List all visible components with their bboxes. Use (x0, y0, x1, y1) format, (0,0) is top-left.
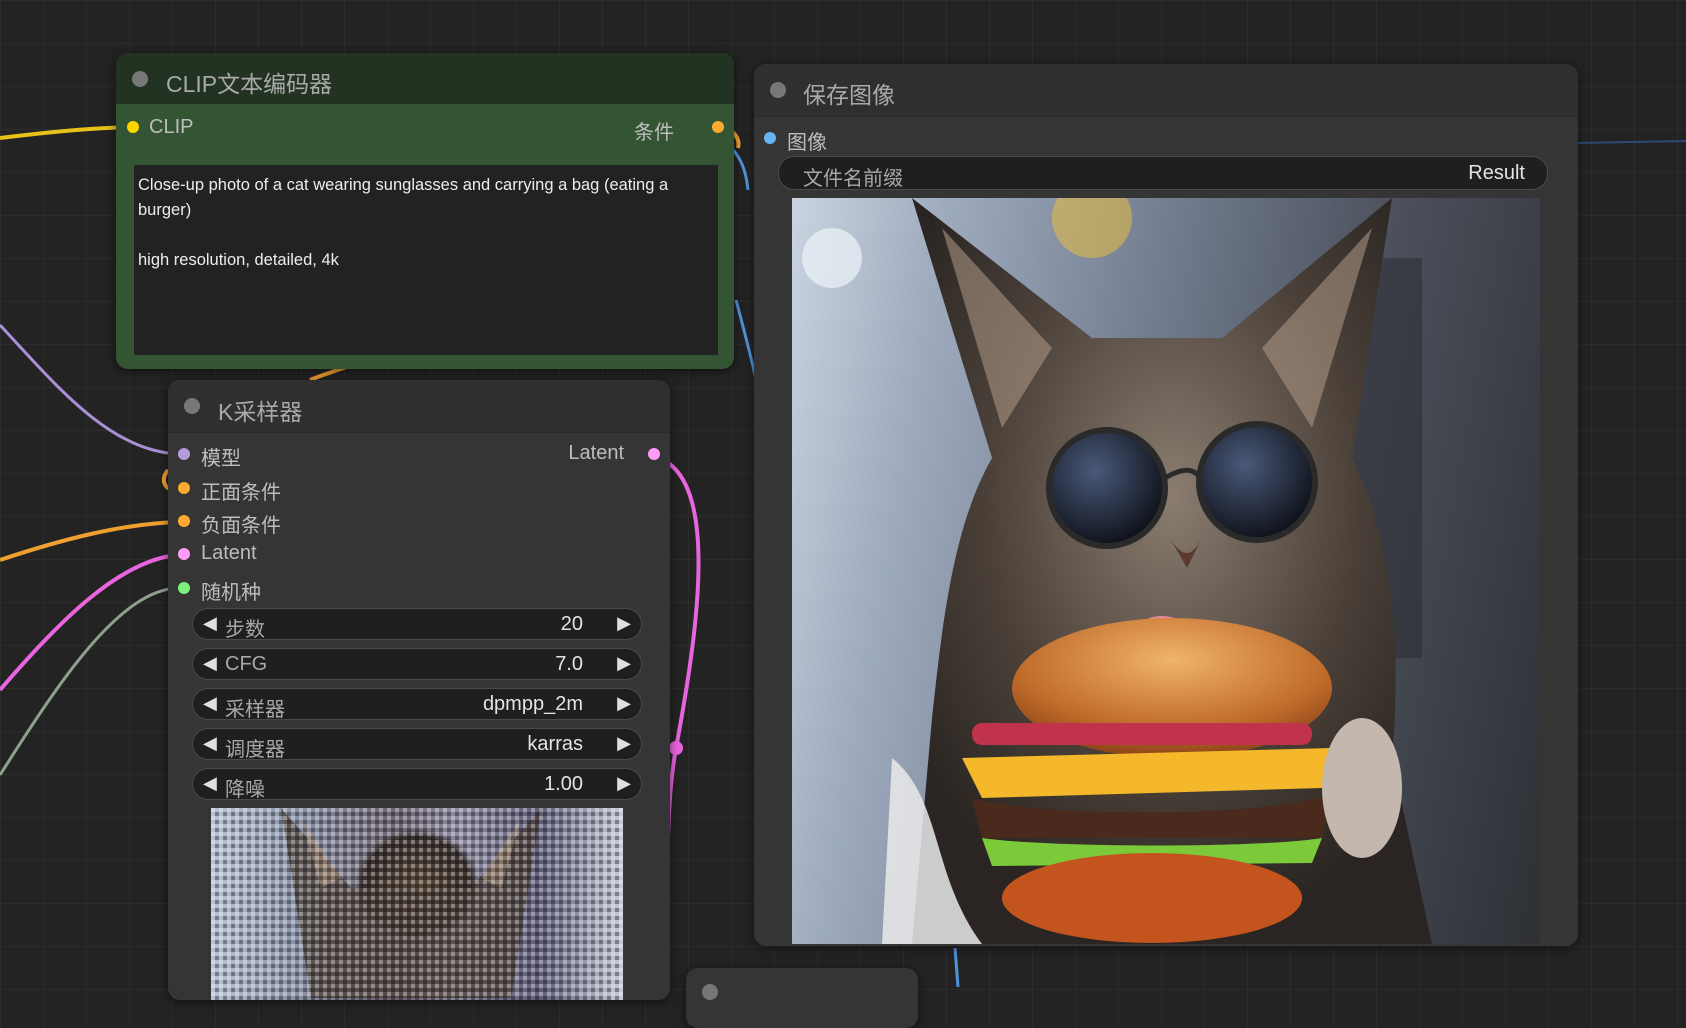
scheduler-value: karras (527, 733, 583, 755)
ksampler-node-title: K采样器 (218, 399, 303, 425)
ksampler-node[interactable]: K采样器 模型 正面条件 负面条件 Latent 随机种 Latent ◀ 步数… (168, 380, 670, 1000)
latent-input-slot[interactable] (178, 548, 190, 560)
increment-arrow-icon[interactable]: ▶ (617, 773, 631, 794)
negative-input-label: 负面条件 (201, 515, 281, 537)
sampler-label: 采样器 (225, 699, 285, 721)
link-latent-pink (0, 553, 179, 692)
seed-input-label: 随机种 (201, 582, 261, 604)
denoise-widget[interactable]: ◀ 降噪 1.00 ▶ (192, 768, 642, 801)
image-input-label: 图像 (787, 132, 827, 154)
cfg-label: CFG (225, 653, 268, 675)
decrement-arrow-icon[interactable]: ◀ (203, 693, 217, 714)
filename-prefix-label: 文件名前缀 (803, 168, 903, 190)
seed-input-slot[interactable] (178, 582, 190, 594)
increment-arrow-icon[interactable]: ▶ (617, 613, 631, 634)
decrement-arrow-icon[interactable]: ◀ (203, 733, 217, 754)
sampler-widget[interactable]: ◀ 采样器 dpmpp_2m ▶ (192, 688, 642, 721)
reroute-dot (669, 741, 683, 755)
scheduler-label: 调度器 (225, 739, 285, 761)
collapse-dot-icon[interactable] (132, 71, 148, 87)
cfg-value: 7.0 (555, 653, 583, 675)
clip-node-title: CLIP文本编码器 (166, 71, 333, 97)
latent-preview-image (211, 808, 623, 1000)
filename-prefix-value: Result (1468, 162, 1525, 184)
decrement-arrow-icon[interactable]: ◀ (203, 653, 217, 674)
steps-widget[interactable]: ◀ 步数 20 ▶ (192, 608, 642, 641)
model-input-label: 模型 (201, 448, 241, 470)
latent-output-slot[interactable] (648, 448, 660, 460)
conditioning-output-slot[interactable] (712, 121, 724, 133)
collapse-dot-icon[interactable] (184, 398, 200, 414)
conditioning-output-label: 条件 (634, 122, 674, 144)
increment-arrow-icon[interactable]: ▶ (617, 733, 631, 754)
image-input-slot[interactable] (764, 132, 776, 144)
steps-value: 20 (560, 613, 583, 635)
vae-decode-node-partial[interactable] (686, 968, 918, 1028)
scheduler-widget[interactable]: ◀ 调度器 karras ▶ (192, 728, 642, 761)
negative-input-slot[interactable] (178, 515, 190, 527)
save-image-node[interactable]: 保存图像 图像 文件名前缀 Result (754, 64, 1578, 946)
prompt-textarea[interactable]: Close-up photo of a cat wearing sunglass… (134, 165, 718, 355)
collapse-dot-icon[interactable] (702, 984, 718, 1000)
latent-input-label: Latent (201, 542, 257, 564)
link-seed-gray (0, 586, 179, 776)
cfg-widget[interactable]: ◀ CFG 7.0 ▶ (192, 648, 642, 680)
link-image-blue-bottom (953, 947, 960, 987)
increment-arrow-icon[interactable]: ▶ (617, 693, 631, 714)
steps-label: 步数 (225, 619, 265, 641)
positive-input-slot[interactable] (178, 482, 190, 494)
denoise-value: 1.00 (544, 773, 583, 795)
latent-output-label: Latent (568, 442, 624, 464)
collapse-dot-icon[interactable] (770, 82, 786, 98)
denoise-label: 降噪 (225, 779, 265, 801)
clip-input-label: CLIP (149, 116, 194, 138)
increment-arrow-icon[interactable]: ▶ (617, 653, 631, 674)
cat-burger-illustration-icon (802, 198, 1432, 944)
clip-input-slot[interactable] (127, 121, 139, 133)
preview-cat-silhouette-icon (211, 808, 623, 1000)
output-image (792, 198, 1540, 944)
link-negative-orange (0, 520, 179, 562)
decrement-arrow-icon[interactable]: ◀ (203, 613, 217, 634)
sampler-value: dpmpp_2m (482, 693, 583, 715)
clip-text-encoder-node[interactable]: CLIP文本编码器 CLIP 条件 Close-up photo of a ca… (116, 53, 734, 369)
save-node-title: 保存图像 (803, 82, 895, 108)
decrement-arrow-icon[interactable]: ◀ (203, 773, 217, 794)
model-input-slot[interactable] (178, 448, 190, 460)
filename-prefix-widget[interactable]: 文件名前缀 Result (778, 156, 1548, 190)
positive-input-label: 正面条件 (201, 482, 281, 504)
link-faint-blue (1575, 140, 1686, 144)
link-clip-yellow (0, 125, 133, 140)
